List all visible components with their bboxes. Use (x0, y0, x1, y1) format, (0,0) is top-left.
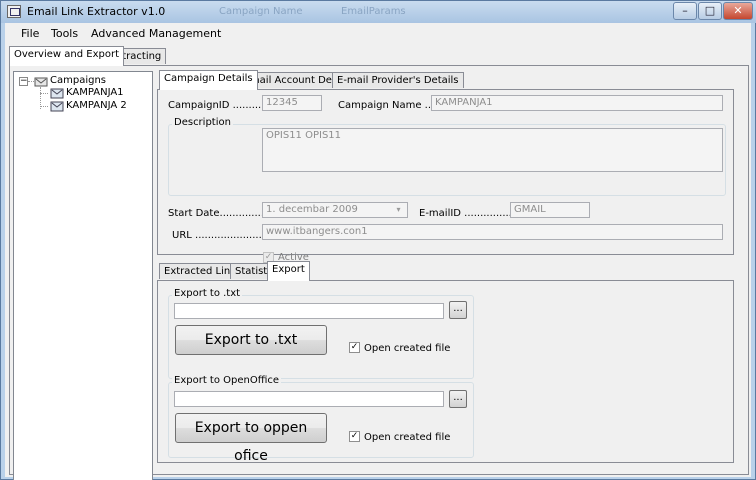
openoffice-open-file-checkbox[interactable]: ✓ (349, 431, 360, 442)
title-bar[interactable]: Email Link Extractor v1.0 Campaign Name … (1, 1, 756, 23)
calendar-dropdown-icon[interactable]: ▾ (390, 203, 407, 217)
maximize-button[interactable]: □ (698, 2, 722, 20)
campaign-icon (50, 88, 64, 99)
txt-path-field[interactable] (174, 303, 444, 319)
description-label: Description (172, 117, 233, 128)
tree-connector (40, 93, 48, 94)
openoffice-browse-button[interactable]: ... (449, 390, 467, 408)
tree-root-label[interactable]: Campaigns (50, 75, 106, 86)
description-field[interactable]: OPIS11 OPIS11 (262, 128, 723, 172)
txt-open-file-checkbox[interactable]: ✓ (349, 342, 360, 353)
collapse-toggle[interactable]: − (19, 77, 28, 86)
menu-bar: File Tools Advanced Management (5, 23, 751, 43)
url-label: URL ....................... (172, 230, 269, 241)
campaigns-folder-icon (34, 77, 48, 87)
tree-connector (40, 106, 48, 107)
start-date-label: Start Date............... (168, 208, 268, 219)
export-openoffice-label: Export to OpenOffice (172, 375, 282, 386)
openoffice-open-file-label: Open created file (364, 432, 451, 443)
tab-overview-and-export[interactable]: Overview and Export (9, 46, 124, 66)
window-title: Email Link Extractor v1.0 (27, 5, 166, 18)
txt-browse-button[interactable]: ... (449, 301, 467, 319)
campaign-tree[interactable]: − Campaigns KAMPANJA1 KAMPANJA 2 (13, 71, 153, 480)
tree-item-kampanja-2[interactable]: KAMPANJA 2 (66, 100, 127, 111)
export-txt-label: Export to .txt (172, 288, 243, 299)
export-to-openoffice-button[interactable]: Export to oppen ofice (175, 413, 327, 464)
tab-export[interactable]: Export (267, 261, 310, 281)
start-date-picker[interactable]: 1. decembar 2009 (262, 202, 408, 218)
campaign-icon (50, 101, 64, 112)
emailid-label: E-mailID .................. (419, 208, 522, 219)
close-button[interactable]: ✕ (723, 2, 753, 20)
campaign-details-panel: CampaignID ............. 12345 Campaign … (157, 89, 734, 263)
app-window: Email Link Extractor v1.0 Campaign Name … (0, 0, 756, 480)
tree-item-kampanja1[interactable]: KAMPANJA1 (66, 87, 124, 98)
menu-advanced-management[interactable]: Advanced Management (91, 27, 221, 40)
url-field[interactable]: www.itbangers.con1 (262, 224, 723, 240)
openoffice-path-field[interactable] (174, 391, 444, 407)
campaign-name-label: Campaign Name ..... (338, 100, 441, 111)
export-panel: Export to .txt ... Export to .txt ✓ Open… (157, 280, 734, 464)
campaign-id-field[interactable]: 12345 (262, 95, 322, 111)
background-window-title: Campaign Name (219, 6, 303, 17)
minimize-button[interactable]: – (673, 2, 697, 20)
menu-file[interactable]: File (21, 27, 39, 40)
export-to-txt-button[interactable]: Export to .txt (175, 325, 327, 355)
tab-campaign-details[interactable]: Campaign Details (159, 70, 258, 90)
campaign-id-label: CampaignID ............. (168, 100, 274, 111)
background-window-title: EmailParams (341, 6, 406, 17)
app-icon (7, 5, 21, 18)
emailid-field[interactable]: GMAIL (510, 202, 590, 218)
campaign-name-field[interactable]: KAMPANJA1 (431, 95, 723, 111)
client-area: File Tools Advanced Management Overview … (5, 23, 751, 480)
txt-open-file-label: Open created file (364, 343, 451, 354)
tab-email-provider-details[interactable]: E-mail Provider's Details (332, 72, 464, 88)
menu-tools[interactable]: Tools (51, 27, 78, 40)
